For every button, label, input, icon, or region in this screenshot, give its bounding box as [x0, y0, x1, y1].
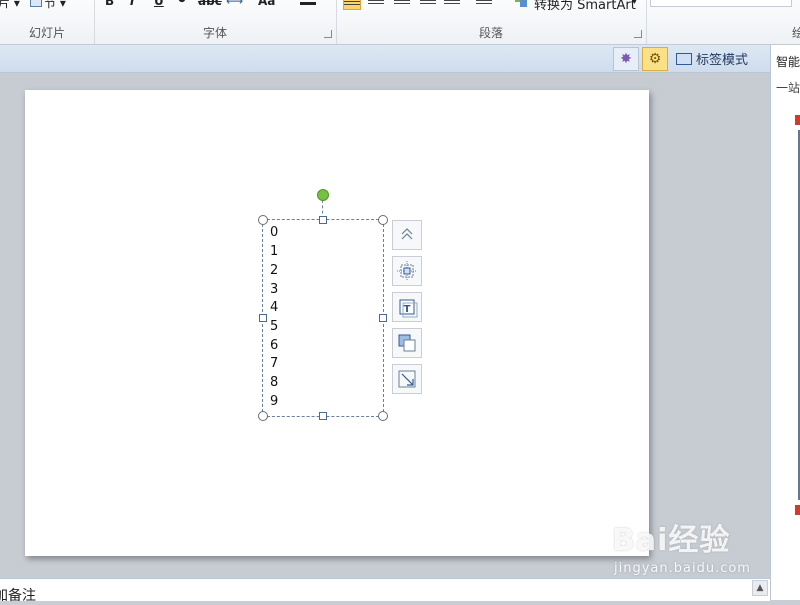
align-center-tool-button[interactable]: [392, 256, 422, 286]
align-right-button[interactable]: [394, 0, 410, 8]
svg-text:T: T: [404, 304, 411, 315]
paragraph-group: 转换为 SmartArt ▾ 段落: [336, 0, 647, 44]
section-button[interactable]: 节 ▾: [30, 0, 66, 11]
new-slide-button[interactable]: 片 ▾: [0, 0, 20, 11]
layers-icon: [398, 334, 416, 352]
watermark-brand: Bai经验: [612, 523, 731, 558]
notes-placeholder: 加备注: [0, 588, 36, 604]
text-format-tool-button[interactable]: T: [392, 292, 422, 322]
slides-group-label: 幻灯片: [28, 26, 65, 40]
strikethrough-button[interactable]: abc: [198, 0, 222, 8]
settings-gear-icon[interactable]: ⚙: [642, 47, 668, 71]
watermark-url: jingyan.baidu.com: [614, 561, 751, 576]
magic-wand-icon[interactable]: ✸: [613, 47, 639, 71]
center-align-icon: [397, 261, 417, 281]
smartart-icon: [514, 0, 528, 8]
resize-arrow-icon: [398, 370, 416, 388]
text-box-icon: T: [399, 299, 418, 318]
textbox-line: 6: [270, 338, 279, 353]
double-chevron-up-icon: [401, 228, 413, 240]
textbox-line: 4: [270, 300, 279, 315]
ribbon: 片 ▾ 节 ▾ 幻灯片 B I U ● abc ⟷ Aa 字体 转换为 Smar…: [0, 0, 800, 45]
font-color-icon[interactable]: [300, 2, 316, 5]
resize-handle-top-left[interactable]: [258, 215, 268, 225]
baidu-watermark: Bai经验 jingyan.baidu.com: [612, 515, 772, 577]
textbox-line: 2: [270, 263, 279, 278]
resize-handle-top[interactable]: [319, 216, 327, 224]
paragraph-dialog-launcher-icon[interactable]: [634, 30, 642, 38]
font-group: B I U ● abc ⟷ Aa 字体: [94, 0, 337, 44]
toolbar-strip: ✸ ⚙ 标签模式: [0, 45, 770, 73]
font-group-label: 字体: [202, 26, 227, 40]
textbox-line: 7: [270, 356, 279, 371]
align-left-button[interactable]: [343, 0, 361, 10]
textbox-line: 1: [270, 244, 279, 259]
notes-pane[interactable]: 加备注: [0, 578, 770, 604]
resize-handle-top-right[interactable]: [378, 215, 388, 225]
resize-handle-left[interactable]: [259, 314, 267, 322]
resize-handle-bottom[interactable]: [319, 412, 327, 420]
resize-handle-right[interactable]: [379, 314, 387, 322]
justify-button[interactable]: [420, 0, 436, 8]
char-spacing-icon[interactable]: ⟷: [226, 0, 243, 8]
italic-button[interactable]: I: [130, 0, 134, 8]
textbox-line: 5: [270, 319, 279, 334]
textbox-line: 0: [270, 225, 279, 240]
paragraph-group-label: 段落: [478, 26, 503, 40]
align-center-button[interactable]: [368, 0, 384, 8]
side-pane-title: 智能: [776, 55, 800, 69]
side-pane-subtitle: 一站: [776, 81, 800, 95]
underline-button[interactable]: U: [154, 0, 164, 8]
change-case-button[interactable]: Aa: [258, 0, 275, 8]
shadow-icon[interactable]: ●: [178, 0, 186, 4]
distributed-button[interactable]: [444, 0, 460, 8]
font-dialog-launcher-icon[interactable]: [324, 30, 332, 38]
columns-button[interactable]: [476, 0, 492, 8]
bold-button[interactable]: B: [105, 0, 114, 8]
chevron-down-icon: ▾: [632, 0, 638, 7]
shape-gallery-box[interactable]: [650, 0, 792, 7]
scroll-up-arrow-icon[interactable]: ▲: [752, 580, 768, 596]
resize-handle-bottom-right[interactable]: [378, 411, 388, 421]
tag-mode-icon: [676, 53, 692, 65]
textbox-line: 3: [270, 282, 279, 297]
arrange-tool-button[interactable]: [392, 328, 422, 358]
textbox-line: 8: [270, 375, 279, 390]
selected-textbox[interactable]: 0 1 2 3 4 5 6 7 8 9: [258, 215, 388, 421]
close-badge-icon[interactable]: [795, 115, 800, 125]
drawing-group: 绘: [646, 0, 800, 44]
textbox-line: 9: [270, 394, 279, 409]
collapse-up-button[interactable]: [392, 220, 422, 250]
section-icon: [30, 0, 42, 7]
smart-side-pane: 智能 一站: [770, 45, 800, 600]
drawing-group-label: 绘: [791, 26, 800, 40]
resize-handle-bottom-left[interactable]: [258, 411, 268, 421]
rotate-handle[interactable]: [317, 189, 329, 201]
tag-mode-button[interactable]: 标签模式: [676, 49, 748, 68]
resize-tool-button[interactable]: [392, 364, 422, 394]
slides-group: 片 ▾ 节 ▾ 幻灯片: [0, 0, 95, 44]
close-badge-icon[interactable]: [795, 505, 800, 515]
